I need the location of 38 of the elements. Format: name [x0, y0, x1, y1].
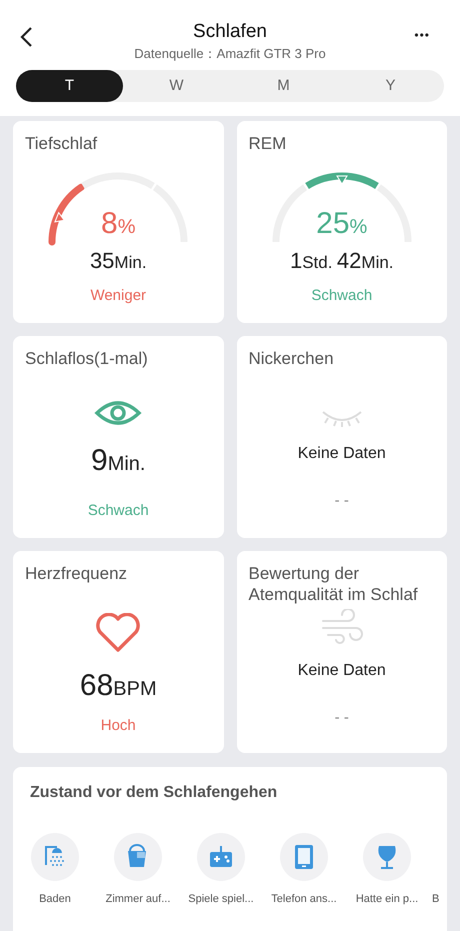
activity-label[interactable]: Zimmer auf... [106, 891, 170, 908]
status-text: Hoch [100, 716, 137, 736]
card-title: Nickerchen [248, 348, 335, 369]
period-tab[interactable]: Y [337, 70, 444, 102]
heart-icon [95, 613, 142, 653]
status-text: Schwach [310, 286, 374, 306]
card-title: Herzfrequenz [25, 563, 128, 584]
dash-text: - - [334, 491, 349, 511]
back-icon[interactable] [19, 26, 33, 48]
no-data-text: Keine Daten [298, 661, 386, 681]
duration-value: 9Min. [91, 443, 146, 479]
percent-value: 8% [101, 209, 136, 242]
card-title: Schlaflos(1-mal) [25, 348, 149, 369]
card-title: REM [248, 133, 288, 154]
card-title: Bewertung der Atemqualität im Schlaf [248, 563, 419, 605]
duration-value: 68BPM [80, 668, 157, 704]
duration-value: 35Min. [90, 247, 147, 275]
status-text: Schwach [86, 501, 150, 521]
data-source-text: Datenquelle：Amazfit GTR 3 Pro [134, 45, 326, 63]
dash-text: - - [334, 708, 349, 728]
period-tab[interactable]: W [123, 70, 230, 102]
section-title: Zustand vor dem Schlafengehen [29, 783, 278, 803]
eye-icon [94, 398, 142, 428]
status-text: Weniger [89, 286, 148, 306]
activity-label[interactable]: Spiele spiel... [188, 891, 254, 908]
period-tab[interactable]: T [16, 70, 123, 102]
activity-label[interactable]: Baden [39, 891, 71, 908]
period-tab[interactable]: M [230, 70, 337, 102]
wind-icon [320, 609, 364, 645]
page-title: Schlafen [193, 20, 267, 44]
percent-value: 25% [316, 209, 368, 242]
more-button[interactable]: ••• [414, 26, 430, 44]
activity-label[interactable]: B [432, 891, 440, 908]
no-data-text: Keine Daten [298, 444, 386, 464]
activity-label[interactable]: Telefon ans... [271, 891, 337, 908]
card-title: Tiefschlaf [25, 133, 98, 154]
duration-value: 1Std. 42Min. [290, 247, 394, 275]
activity-label[interactable]: Hatte ein p... [356, 891, 418, 908]
